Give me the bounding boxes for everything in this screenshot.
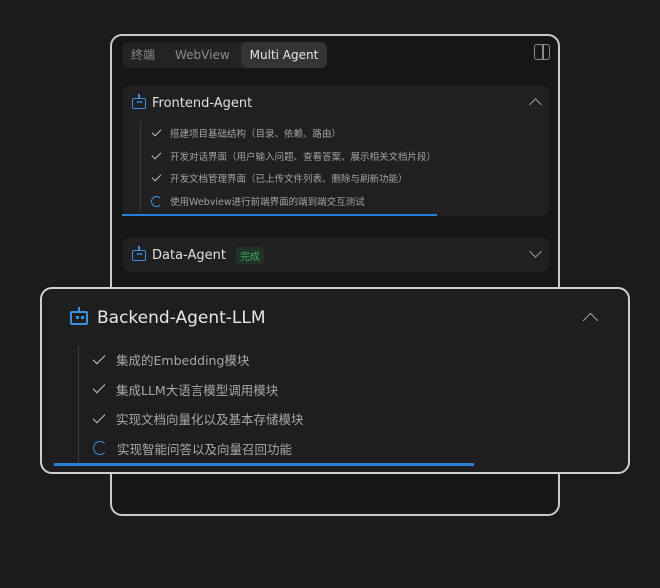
- check-icon: [151, 126, 162, 137]
- step-item: 搭建项目基础结构（目录、依赖、路由）: [151, 122, 436, 145]
- step-item: 集成的Embedding模块: [92, 345, 304, 375]
- step-item: 开发文档管理界面（已上传文件列表、删除与刷新功能）: [151, 167, 436, 190]
- agent-card-header[interactable]: Data-Agent 完成: [132, 238, 264, 272]
- chevron-up-icon[interactable]: [582, 312, 599, 329]
- robot-icon: [132, 93, 146, 109]
- status-badge: 完成: [235, 246, 264, 264]
- step-text: 开发文档管理界面（已上传文件列表、删除与刷新功能）: [170, 174, 408, 186]
- step-text: 实现文档向量化以及基本存储模块: [116, 412, 304, 428]
- agent-card-header[interactable]: Backend-Agent-LLM: [70, 307, 266, 328]
- check-icon: [92, 351, 106, 365]
- tab-webview[interactable]: WebView: [166, 42, 239, 68]
- progress-bar: [54, 463, 474, 466]
- agent-card-frontend: Frontend-Agent 搭建项目基础结构（目录、依赖、路由） 开发对话界面…: [122, 86, 550, 216]
- agent-name: Data-Agent: [152, 247, 226, 263]
- agent-name: Backend-Agent-LLM: [97, 308, 266, 328]
- focused-agent-card: Backend-Agent-LLM 集成的Embedding模块 集成LLM大语…: [40, 287, 630, 474]
- robot-icon: [132, 245, 146, 261]
- step-text: 实现智能问答以及向量召回功能: [117, 441, 293, 457]
- tab-terminal[interactable]: 终端: [122, 42, 164, 68]
- check-icon: [92, 380, 106, 394]
- check-icon: [92, 410, 106, 424]
- spinner-icon: [151, 195, 162, 207]
- tab-multi-agent[interactable]: Multi Agent: [240, 42, 328, 68]
- spinner-icon: [93, 441, 107, 456]
- agent-card-header[interactable]: Frontend-Agent: [132, 86, 252, 120]
- step-text: 集成的Embedding模块: [116, 353, 250, 369]
- chevron-down-icon[interactable]: [529, 245, 542, 258]
- robot-icon: [70, 307, 88, 325]
- step-item: 实现智能问答以及向量召回功能: [93, 434, 304, 464]
- tab-bar: 终端 WebView Multi Agent: [122, 42, 328, 68]
- step-list: 搭建项目基础结构（目录、依赖、路由） 开发对话界面（用户输入问题、查看答案、展示…: [140, 122, 436, 213]
- panel-layout-icon[interactable]: [534, 44, 550, 60]
- step-text: 使用Webview进行前端界面的端到端交互测试: [170, 197, 365, 209]
- step-item: 使用Webview进行前端界面的端到端交互测试: [151, 190, 436, 213]
- step-item: 开发对话界面（用户输入问题、查看答案、展示相关文档片段）: [151, 145, 436, 168]
- progress-bar: [122, 214, 437, 216]
- step-text: 搭建项目基础结构（目录、依赖、路由）: [170, 129, 342, 141]
- step-text: 集成LLM大语言模型调用模块: [116, 382, 279, 398]
- step-item: 集成LLM大语言模型调用模块: [92, 375, 304, 405]
- step-item: 实现文档向量化以及基本存储模块: [92, 404, 304, 434]
- chevron-up-icon[interactable]: [529, 98, 542, 111]
- step-list: 集成的Embedding模块 集成LLM大语言模型调用模块 实现文档向量化以及基…: [78, 345, 304, 463]
- step-text: 开发对话界面（用户输入问题、查看答案、展示相关文档片段）: [170, 151, 437, 163]
- agent-name: Frontend-Agent: [152, 95, 253, 111]
- check-icon: [151, 172, 162, 182]
- check-icon: [151, 149, 162, 160]
- agent-card-data[interactable]: Data-Agent 完成: [122, 238, 550, 272]
